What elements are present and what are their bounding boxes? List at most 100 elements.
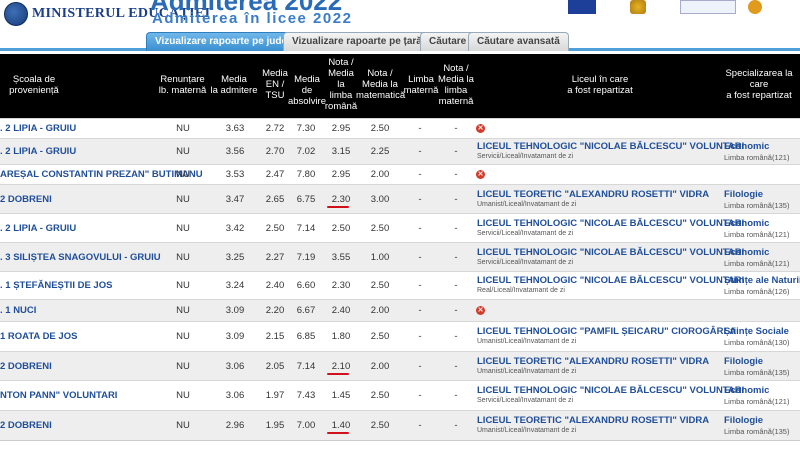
specializare-link[interactable]: Economic (724, 218, 769, 229)
school-link[interactable]: . 2 LIPIA - GRUIU (0, 146, 76, 157)
cell-en: 2.15 (265, 331, 285, 342)
cell-abs: 6.75 (296, 194, 316, 205)
table-row[interactable]: . 3 SILIȘTEA SNAGOVULUI - GRUIU NU 3.25 2.2… (0, 242, 800, 271)
col-nota-matematica-line: Media la (362, 79, 398, 90)
col-nota-limba-materna-line: Media la (438, 74, 474, 85)
liceu-link[interactable]: LICEUL TEORETIC "ALEXANDRU ROSETTI" VIDR… (477, 356, 709, 367)
cell-nlm: - (454, 331, 458, 342)
cell-abs: 7.19 (296, 252, 316, 263)
liceu-type: Servicii/Liceal/Invatamant de zi (477, 259, 574, 266)
cell-adm: 3.06 (225, 361, 245, 372)
table-row[interactable]: . 2 LIPIA - GRUIU NU 3.42 2.50 7.14 2.50 2.50 -… (0, 213, 800, 242)
page-subtitle: Admiterea în licee 2022 (152, 10, 353, 27)
school-link[interactable]: . 2 LIPIA - GRUIU (0, 223, 76, 234)
col-nota-romana-line: limba (329, 90, 353, 101)
col-nota-limba-materna-line: maternă (438, 96, 474, 107)
liceu-link[interactable]: LICEUL TEHNOLOGIC "PAMFIL ȘEICARU" CIORO… (477, 326, 736, 337)
table-row[interactable]: . 2 LIPIA - GRUIU NU 3.63 2.72 7.30 2.95 2.50 -… (0, 118, 800, 138)
specializare-language: Limba română(121) (724, 259, 790, 268)
cell-lm: - (418, 305, 422, 316)
liceu-link[interactable]: LICEUL TEORETIC "ALEXANDRU ROSETTI" VIDR… (477, 189, 709, 200)
table-row[interactable]: 2 DOBRENI NU 2.96 1.95 7.00 1.40 2.50 - - LICEUL … (0, 410, 800, 440)
liceu-type: Real/Liceal/Invatamant de zi (477, 287, 565, 294)
table-row[interactable]: . 2 LIPIA - GRUIU NU 3.56 2.70 7.02 3.15 2.25 -… (0, 138, 800, 164)
cell-lm: - (418, 280, 422, 291)
specializare-link[interactable]: Filologie (724, 356, 763, 367)
cell-mat: 1.00 (370, 252, 390, 263)
col-media-admitere[interactable]: Media la admitere (205, 74, 263, 96)
table-row[interactable]: . 1 NUCI NU 3.09 2.20 6.67 2.40 2.00 - - ✕ (0, 299, 800, 321)
cell-mat: 2.00 (370, 305, 390, 316)
specializare-link[interactable]: Economic (724, 141, 769, 152)
table-row[interactable]: NTON PANN" VOLUNTARI NU 3.06 1.97 7.43 1.45 2.… (0, 380, 800, 410)
col-school[interactable]: Școala de proveniență (4, 74, 64, 96)
col-nota-limba-materna[interactable]: Nota / Media la limba maternă (436, 63, 476, 107)
specializare-link[interactable]: Economic (724, 385, 769, 396)
school-link[interactable]: . 1 ȘTEFĂNEȘTII DE JOS (0, 280, 112, 291)
cell-ro: 2.95 (331, 123, 351, 134)
specializare-language: Limba română(121) (724, 397, 790, 406)
school-link[interactable]: . 1 NUCI (0, 305, 36, 316)
cell-ren: NU (176, 146, 190, 157)
cell-ro: 3.55 (331, 252, 351, 263)
table-row[interactable]: 2 DOBRENI NU 3.06 2.05 7.14 2.10 2.00 - - LICEUL … (0, 351, 800, 380)
col-nota-romana-line: română (324, 101, 358, 112)
specializare-link[interactable]: Economic (724, 247, 769, 258)
cell-ro: 1.80 (331, 331, 351, 342)
cell-en: 2.70 (265, 146, 285, 157)
specializare-language: Limba română(135) (724, 427, 790, 436)
cell-nlm: - (454, 223, 458, 234)
school-link[interactable]: . 2 LIPIA - GRUIU (0, 123, 76, 134)
cell-lm: - (418, 169, 422, 180)
specializare-link[interactable]: Filologie (724, 189, 763, 200)
specializare-language: Limba română(135) (724, 368, 790, 377)
liceu-link[interactable]: LICEUL TEHNOLOGIC "NICOLAE BĂLCESCU" VOL… (477, 385, 744, 396)
specializare-link[interactable]: Științe ale Naturii (724, 275, 800, 286)
col-specializare-line: Specializarea la (725, 68, 793, 79)
col-liceu[interactable]: Liceul în care a fost repartizat (545, 74, 655, 96)
col-renuntare[interactable]: Renunțare lb. maternă (155, 74, 210, 96)
liceu-link[interactable]: LICEUL TEORETIC "ALEXANDRU ROSETTI" VIDR… (477, 415, 709, 426)
table-row[interactable]: 2 DOBRENI NU 3.47 2.65 6.75 2.30 3.00 - - LICEUL … (0, 184, 800, 213)
table-row[interactable]: 1 ROATA DE JOS NU 3.09 2.15 6.85 1.80 2.50 - - LI… (0, 321, 800, 351)
school-link[interactable]: 2 DOBRENI (0, 361, 52, 372)
school-link[interactable]: NTON PANN" VOLUNTARI (0, 390, 117, 401)
tab-county-reports[interactable]: Vizualizare rapoarte pe județ (146, 32, 300, 51)
cell-lm: - (418, 146, 422, 157)
specializare-link[interactable]: Științe Sociale (724, 326, 789, 337)
col-specializare[interactable]: Specializarea la care a fost repartizat (718, 68, 800, 101)
school-link[interactable]: 1 ROATA DE JOS (0, 331, 77, 342)
school-link[interactable]: 2 DOBRENI (0, 420, 52, 431)
cell-adm: 3.63 (225, 123, 245, 134)
col-limba-materna[interactable]: Limba maternă (402, 74, 440, 96)
cell-abs: 7.80 (296, 169, 316, 180)
tab-country-reports[interactable]: Vizualizare rapoarte pe țară (283, 32, 431, 51)
liceu-link[interactable]: LICEUL TEHNOLOGIC "NICOLAE BĂLCESCU" VOL… (477, 247, 744, 258)
tab-advanced-search[interactable]: Căutare avansată (468, 32, 569, 51)
instrumente-structurale-icon (748, 0, 762, 14)
liceu-link[interactable]: LICEUL TEHNOLOGIC "NICOLAE BĂLCESCU" VOL… (477, 275, 744, 286)
cell-adm: 3.25 (225, 252, 245, 263)
col-nota-matematica[interactable]: Nota / Media la matematică (356, 68, 405, 101)
cell-lm: - (418, 194, 422, 205)
cell-abs: 7.30 (296, 123, 316, 134)
school-link[interactable]: . 3 SILIȘTEA SNAGOVULUI - GRUIU (0, 252, 161, 263)
cell-nlm: - (454, 123, 458, 134)
table-row[interactable]: . 1 ȘTEFĂNEȘTII DE JOS NU 3.24 2.40 6.60 2.30… (0, 271, 800, 299)
col-nota-romana[interactable]: Nota / Media la limba română (322, 57, 360, 112)
cell-ren: NU (176, 305, 190, 316)
col-renuntare-line: lb. maternă (158, 85, 207, 96)
col-liceu-line: a fost repartizat (567, 85, 633, 96)
school-link[interactable]: 2 DOBRENI (0, 194, 52, 205)
cell-mat: 2.50 (370, 123, 390, 134)
cell-mat: 2.50 (370, 390, 390, 401)
cell-abs: 6.60 (296, 280, 316, 291)
specializare-link[interactable]: Filologie (724, 415, 763, 426)
tab-search[interactable]: Căutare (420, 32, 476, 51)
grade-underline-mark (327, 206, 349, 208)
col-specializare-line: care (749, 79, 769, 90)
liceu-link[interactable]: LICEUL TEHNOLOGIC "NICOLAE BĂLCESCU" VOL… (477, 218, 744, 229)
cell-ro: 1.40 (331, 420, 351, 431)
liceu-link[interactable]: LICEUL TEHNOLOGIC "NICOLAE BĂLCESCU" VOL… (477, 141, 744, 152)
table-row[interactable]: AREȘAL CONSTANTIN PREZAN" BUTIMANU NU 3.53… (0, 164, 800, 184)
